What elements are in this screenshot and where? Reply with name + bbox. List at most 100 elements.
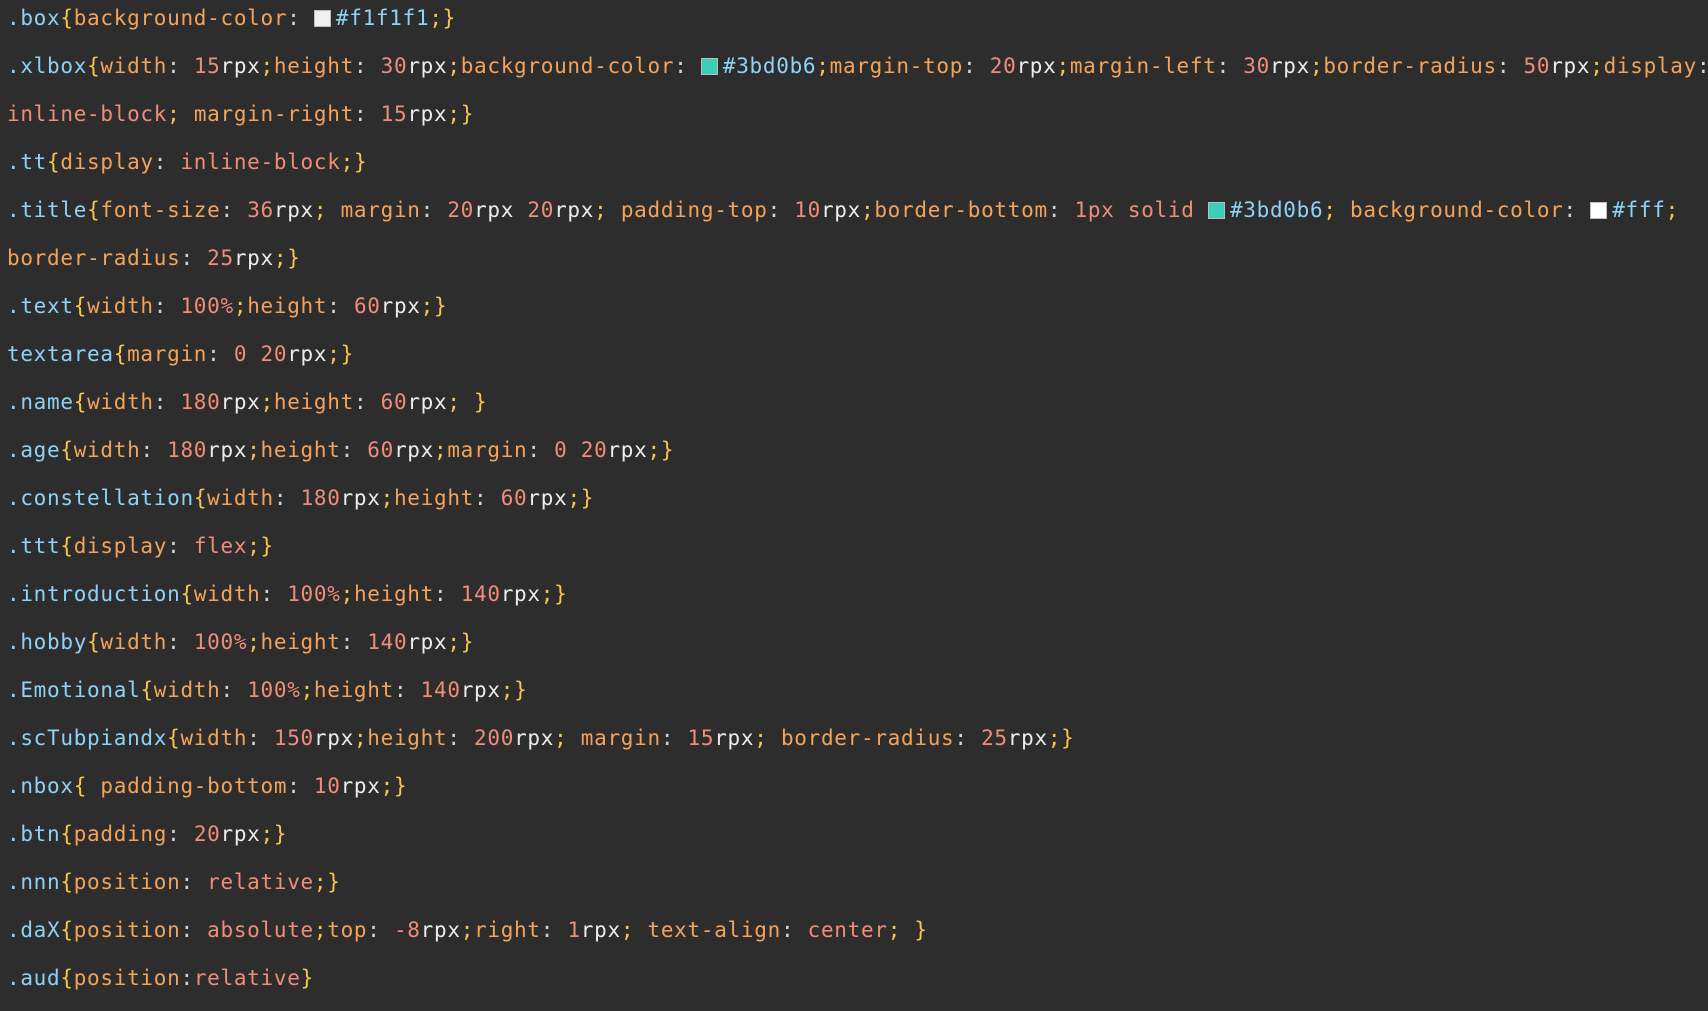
code-token-num: 15 (687, 726, 715, 750)
code-token-brace: { (140, 678, 154, 702)
code-token-prop: right (474, 918, 541, 942)
code-token-semi: ; (620, 918, 635, 942)
code-token-brace: { (60, 822, 74, 846)
code-token-semi: ; (167, 102, 181, 126)
code-token-selector: .aud (7, 966, 61, 990)
code-token-num: 36 (247, 198, 274, 222)
code-line: .btn{padding: 20rpx;} (7, 819, 1708, 867)
code-token-brace: { (113, 342, 128, 366)
code-line: .ttt{display: flex;} (7, 531, 1708, 579)
code-token-punct (1195, 198, 1208, 222)
code-line: .daX{position: absolute;top: -8rpx;right… (7, 915, 1708, 963)
code-token-semi: ; (594, 198, 608, 222)
code-token-prop: margin-top (829, 54, 964, 78)
code-token-brace: { (47, 150, 61, 174)
code-token-num: 20 (989, 54, 1017, 78)
code-token-punct: : (180, 246, 208, 270)
code-token-hex: #3bd0b6 (1229, 198, 1324, 222)
code-token-punct: : (167, 54, 194, 78)
code-token-punct: : (153, 294, 181, 318)
code-token-prop: position (73, 918, 181, 942)
code-line: .introduction{width: 100%;height: 140rpx… (7, 579, 1708, 627)
code-token-selector: textarea (7, 342, 114, 366)
code-token-brace: } (514, 678, 528, 702)
code-token-prop: height (260, 630, 341, 654)
code-token-brace: } (327, 870, 341, 894)
code-token-kw: solid (1127, 198, 1195, 222)
code-token-semi: ; (353, 726, 368, 750)
code-token-punct: : (474, 486, 501, 510)
code-token-kw: center (807, 918, 888, 942)
code-token-brace: } (353, 150, 368, 174)
code-token-num: 140 (460, 582, 501, 606)
code-token-num: 20 (447, 198, 475, 222)
code-token-brace: } (1061, 726, 1075, 750)
code-token-semi: ; (247, 438, 261, 462)
code-token-semi: ; (1323, 198, 1337, 222)
code-token-prop: margin (447, 438, 528, 462)
code-token-unit: rpx (714, 726, 755, 750)
code-token-num: 30 (380, 54, 408, 78)
code-editor[interactable]: .box{background-color: #f1f1f1;} .xlbox{w… (0, 0, 1708, 994)
code-token-num: 20 (580, 438, 608, 462)
color-swatch-icon[interactable] (313, 10, 331, 27)
code-token-punct: : (954, 726, 982, 750)
code-token-prop: position (73, 870, 181, 894)
code-token-prop: width (73, 438, 141, 462)
code-token-prop: margin (340, 198, 421, 222)
code-token-punct (1337, 198, 1350, 222)
code-token-unit: rpx (407, 102, 448, 126)
code-line: textarea{margin: 0 20rpx;} (7, 339, 1708, 387)
code-token-selector: .title (7, 198, 88, 222)
color-swatch-icon[interactable] (1590, 202, 1608, 219)
code-token-prop: border-bottom (874, 198, 1048, 222)
code-token-semi: ; (447, 102, 461, 126)
code-token-brace: { (73, 294, 88, 318)
code-token-punct: : (207, 342, 234, 366)
code-token-selector: .nbox (7, 774, 74, 798)
code-token-punct: : (153, 150, 181, 174)
code-token-punct (514, 198, 527, 222)
code-token-brace: } (287, 246, 301, 270)
code-token-punct: : (1563, 198, 1591, 222)
code-token-selector: .daX (7, 918, 61, 942)
code-token-prop: border-radius (1323, 54, 1497, 78)
code-token-semi: ; (540, 582, 555, 606)
code-token-num: 200 (474, 726, 515, 750)
code-token-brace: { (180, 582, 194, 606)
code-token-num: 180 (167, 438, 208, 462)
code-token-punct (87, 774, 100, 798)
code-token-brace: { (60, 6, 74, 30)
code-token-prop: height (353, 582, 434, 606)
color-swatch-icon[interactable] (700, 58, 718, 75)
code-token-semi: ; (1056, 54, 1070, 78)
code-token-brace: } (660, 438, 675, 462)
code-token-semi: ; (447, 630, 461, 654)
code-token-unit: rpx (340, 774, 381, 798)
code-token-punct: : (1216, 54, 1244, 78)
code-line: .constellation{width: 180rpx;height: 60r… (7, 483, 1708, 531)
code-token-num: 60 (367, 438, 394, 462)
code-token-prop: background-color (1350, 198, 1564, 222)
code-token-num: 20 (527, 198, 555, 222)
code-token-brace: { (60, 534, 74, 558)
code-line: .scTubpiandx{width: 150rpx;height: 200rp… (7, 723, 1708, 771)
code-token-prop: width (87, 390, 154, 414)
code-token-punct: : (674, 54, 701, 78)
code-token-punct: : (180, 966, 194, 990)
code-token-unit: rpx (514, 726, 555, 750)
code-token-prop: height (247, 294, 328, 318)
code-token-prop: padding-top (620, 198, 768, 222)
code-token-unit: rpx (527, 486, 568, 510)
code-token-unit: rpx (207, 438, 248, 462)
code-token-brace: { (73, 774, 88, 798)
code-token-punct: : (780, 918, 808, 942)
code-token-brace: } (460, 102, 475, 126)
code-token-unit: rpx (420, 918, 461, 942)
code-token-unit: rpx (313, 726, 354, 750)
code-token-prop: margin-left (1069, 54, 1217, 78)
code-token-prop: width (87, 294, 154, 318)
code-token-punct: : (660, 726, 688, 750)
color-swatch-icon[interactable] (1207, 202, 1225, 219)
code-token-unit: rpx (607, 438, 648, 462)
